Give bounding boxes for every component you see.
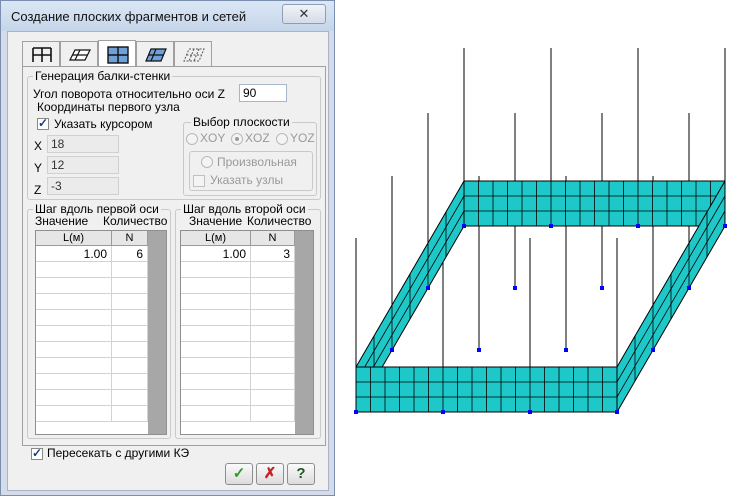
intersect-label: Пересекать с другими КЭ (47, 446, 190, 460)
table-row[interactable] (36, 294, 148, 310)
front-wall-mesh (355, 366, 618, 413)
grid-frame-icon (32, 47, 52, 62)
dashed-mesh-icon (183, 48, 205, 62)
plane-yoz-label: YOZ (290, 131, 315, 145)
coord-x-input[interactable]: 18 (47, 135, 119, 153)
table-row[interactable] (36, 278, 148, 294)
plane-xoz-radio[interactable] (231, 133, 243, 145)
coord-z-label: Z (34, 183, 42, 197)
axis2-scrollbar[interactable] (295, 231, 313, 434)
axis1-col-count: Количество (103, 214, 168, 228)
plane-xoy-label: XOY (200, 131, 226, 145)
plane-xoy-radio[interactable] (186, 133, 198, 145)
table-row[interactable] (181, 390, 295, 406)
table-row[interactable] (36, 326, 148, 342)
table-row[interactable] (181, 406, 295, 422)
table-row[interactable] (181, 358, 295, 374)
table-row[interactable]: 1.00 6 (36, 246, 148, 262)
tab-frame-grid[interactable] (22, 41, 60, 67)
table-row[interactable] (36, 406, 148, 422)
first-node-label: Координаты первого узла (37, 100, 180, 114)
arbitrary-label: Произвольная (217, 155, 297, 169)
wall-grid-icon (107, 46, 129, 64)
table-row[interactable] (36, 374, 148, 390)
table-row[interactable] (36, 390, 148, 406)
table-row[interactable] (181, 374, 295, 390)
axis2-row1-count[interactable]: 3 (251, 246, 295, 262)
axis2-header-length: L(м) (181, 231, 251, 245)
tab-plate-grid[interactable] (136, 41, 174, 67)
plane-group-label: Выбор плоскости (191, 115, 292, 129)
cross-icon: ✗ (263, 465, 277, 482)
checkmark-icon: ✓ (232, 465, 246, 482)
cursor-checkbox-label: Указать курсором (54, 117, 153, 131)
plate-slanted-icon (69, 49, 91, 61)
table-row[interactable] (181, 342, 295, 358)
axis1-col-value: Значение (35, 214, 89, 228)
tab-wall-grid[interactable] (98, 40, 136, 68)
close-button[interactable]: ✕ (282, 4, 326, 24)
question-icon: ? (296, 465, 306, 482)
specify-nodes-checkbox[interactable] (193, 175, 205, 187)
axis1-scrollbar[interactable] (148, 231, 166, 434)
rotation-label: Угол поворота относительно оси Z (33, 87, 225, 101)
arbitrary-radio[interactable] (201, 156, 213, 168)
table-row[interactable] (36, 310, 148, 326)
table-row[interactable] (181, 310, 295, 326)
table-row[interactable] (181, 262, 295, 278)
coord-x-label: X (34, 139, 43, 153)
table-row[interactable]: 1.00 3 (181, 246, 295, 262)
table-row[interactable] (36, 262, 148, 278)
axis2-row1-length[interactable]: 1.00 (181, 246, 251, 262)
axis2-col-count: Количество (247, 214, 312, 228)
cancel-button[interactable]: ✗ (256, 463, 284, 485)
back-wall-mesh (463, 180, 726, 227)
rotation-input[interactable]: 90 (239, 84, 287, 102)
help-button[interactable]: ? (287, 463, 315, 485)
axis2-header-count: N (251, 231, 295, 245)
vertical-lines (355, 48, 726, 412)
table-row[interactable] (36, 358, 148, 374)
specify-nodes-label: Указать узлы (210, 173, 284, 187)
intersect-checkbox[interactable] (31, 446, 43, 460)
tab-dashed-mesh[interactable] (174, 41, 212, 67)
plane-xoz-label: XOZ (245, 131, 270, 145)
axis1-table[interactable]: L(м) N 1.00 6 (35, 230, 167, 435)
axis1-header-count: N (112, 231, 148, 245)
cursor-checkbox[interactable] (37, 116, 49, 130)
tab-panel: Генерация балки-стенки Угол поворота отн… (22, 66, 326, 446)
axis2-table-header: L(м) N (181, 231, 295, 246)
table-row[interactable] (181, 294, 295, 310)
axis1-table-header: L(м) N (36, 231, 148, 246)
plate-grid-icon (145, 48, 167, 62)
generation-group-label: Генерация балки-стенки (33, 69, 173, 83)
axis1-row1-count[interactable]: 6 (112, 246, 148, 262)
table-row[interactable] (36, 342, 148, 358)
table-row[interactable] (181, 278, 295, 294)
ok-button[interactable]: ✓ (225, 463, 253, 485)
dialog-title: Создание плоских фрагментов и сетей (11, 9, 247, 24)
title-bar[interactable]: Создание плоских фрагментов и сетей ✕ (1, 1, 334, 31)
close-icon: ✕ (298, 6, 310, 21)
model-viewport[interactable] (340, 0, 735, 502)
axis1-header-length: L(м) (36, 231, 112, 245)
tab-slanted-plate[interactable] (60, 41, 98, 67)
axis1-row1-length[interactable]: 1.00 (36, 246, 112, 262)
axis2-table[interactable]: L(м) N 1.00 3 (180, 230, 314, 435)
table-row[interactable] (181, 326, 295, 342)
coord-y-input[interactable]: 12 (47, 156, 119, 174)
coord-y-label: Y (34, 161, 43, 175)
axis2-col-value: Значение (189, 214, 243, 228)
coord-z-input[interactable]: -3 (47, 177, 119, 195)
plane-yoz-radio[interactable] (276, 133, 288, 145)
